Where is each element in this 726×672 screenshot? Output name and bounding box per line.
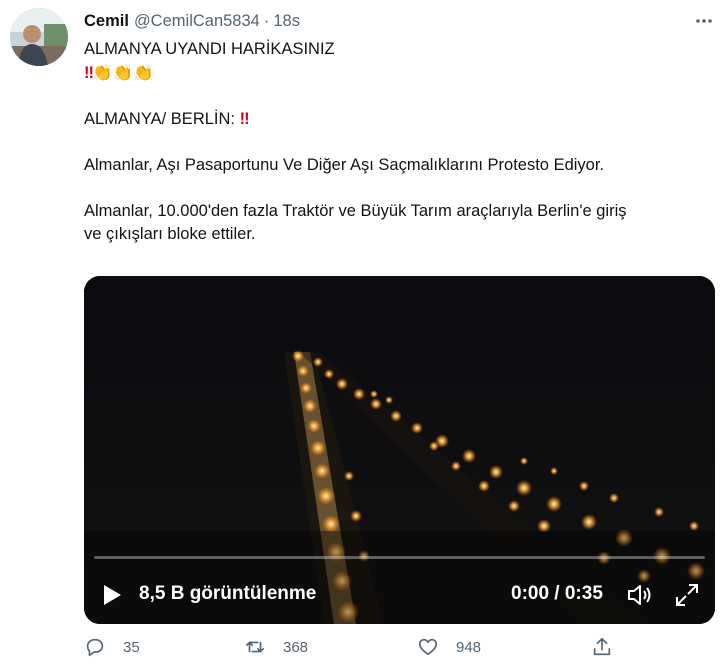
reply-button[interactable]: 35	[84, 636, 140, 658]
timestamp[interactable]: 18s	[273, 12, 300, 31]
user-handle[interactable]: @CemilCan5834	[134, 12, 260, 31]
reply-icon	[86, 638, 104, 657]
like-count: 948	[456, 638, 482, 656]
text-line: ALMANYA/ BERLİN: ‼	[84, 108, 714, 131]
video-progress-bar[interactable]	[94, 556, 705, 559]
separator-dot: ·	[263, 11, 270, 30]
tweet-actions: 35 368 948	[84, 636, 714, 666]
double-exclamation-icon: ‼	[84, 64, 94, 82]
retweet-count: 368	[283, 638, 309, 656]
video-frame	[84, 276, 715, 624]
text-segment: ALMANYA/ BERLİN:	[84, 110, 235, 128]
retweet-button[interactable]: 368	[244, 636, 308, 658]
share-icon	[593, 637, 611, 656]
fullscreen-icon[interactable]	[674, 582, 700, 613]
like-button[interactable]: 948	[417, 636, 481, 658]
double-exclamation-icon: ‼	[239, 110, 250, 128]
text-line: Almanlar, 10.000'den fazla Traktör ve Bü…	[84, 202, 627, 220]
video-timecode: 0:00 / 0:35	[511, 583, 603, 604]
display-name[interactable]: Cemil	[84, 12, 129, 31]
avatar-photo	[10, 8, 68, 66]
play-icon[interactable]	[102, 584, 122, 611]
reply-count: 35	[123, 638, 140, 656]
text-line: ve çıkışları bloke ettiler.	[84, 225, 256, 243]
retweet-icon	[245, 641, 265, 653]
heart-icon	[418, 638, 438, 656]
text-line: ‼👏👏👏	[84, 61, 714, 85]
volume-muted-icon[interactable]	[626, 582, 654, 613]
text-line: ALMANYA UYANDI HARİKASINIZ	[84, 40, 335, 58]
share-button[interactable]	[591, 636, 613, 658]
avatar[interactable]	[10, 8, 68, 66]
tweet-header: Cemil @CemilCan5834 · 18s	[84, 10, 300, 32]
video-player[interactable]: 8,5 B görüntülenme 0:00 / 0:35	[84, 276, 715, 624]
view-count: 8,5 B görüntülenme	[139, 583, 317, 604]
clapping-hands-icon: 👏👏👏	[91, 63, 154, 82]
text-line: Almanlar, Aşı Pasaportunu Ve Diğer Aşı S…	[84, 156, 605, 174]
tweet-text: ALMANYA UYANDI HARİKASINIZ ‼👏👏👏 ALMANYA/…	[84, 38, 714, 246]
more-options-icon[interactable]	[691, 8, 717, 34]
